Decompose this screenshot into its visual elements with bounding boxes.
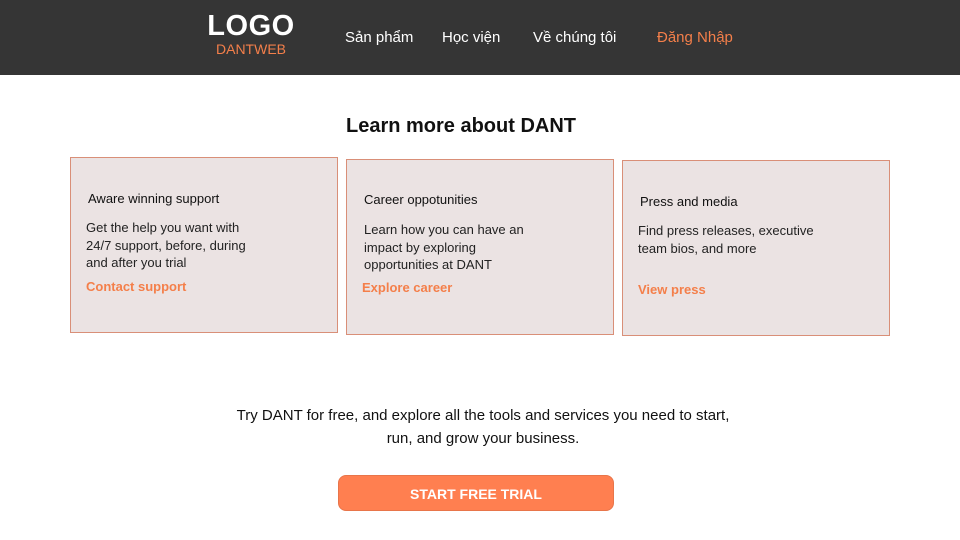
card-description-line: Find press releases, executive [638,223,814,238]
card-career: Career oppotunities Learn how you can ha… [346,159,614,335]
card-description-line: Learn how you can have an [364,222,524,237]
logo[interactable]: LOGO DANTWEB [206,10,296,57]
card-description: Find press releases, executive team bios… [638,222,838,257]
cta-line: Try DANT for free, and explore all the t… [236,407,730,424]
explore-career-link[interactable]: Explore career [362,280,452,296]
card-description-line: and after you trial [86,255,187,270]
view-press-link[interactable]: View press [638,282,706,298]
logo-text: LOGO [207,10,295,42]
start-free-trial-button[interactable]: START FREE TRIAL [338,475,614,511]
cta-description: Try DANT for free, and explore all the t… [0,404,960,450]
cta-line: run, and grow your business. [386,430,580,447]
logo-subtitle: DANTWEB [216,41,286,57]
top-navigation-bar: LOGO DANTWEB Sản phẩm Học viện Về chúng … [0,0,960,75]
card-title: Press and media [640,194,738,209]
section-title: Learn more about DANT [345,115,577,137]
nav-item-about-us[interactable]: Về chúng tôi [533,29,616,47]
card-description-line: Get the help you want with [86,220,240,235]
card-title: Career oppotunities [364,192,478,207]
card-press: Press and media Find press releases, exe… [622,160,890,336]
card-description-line: impact by exploring [364,239,476,255]
card-description-line: opportunities at DANT [364,257,492,272]
nav-item-academy[interactable]: Học viện [442,29,500,47]
contact-support-link[interactable]: Contact support [86,279,186,295]
card-description-line: team bios, and more [638,240,757,256]
card-description: Learn how you can have an impact by expl… [364,221,554,274]
login-link[interactable]: Đăng Nhập [657,29,733,47]
card-description: Get the help you want with 24/7 support,… [86,219,276,272]
card-support: Aware winning support Get the help you w… [70,157,338,333]
card-title: Aware winning support [88,191,220,206]
nav-item-products[interactable]: Sản phẩm [345,29,413,47]
card-description-line: 24/7 support, before, during [86,237,246,253]
